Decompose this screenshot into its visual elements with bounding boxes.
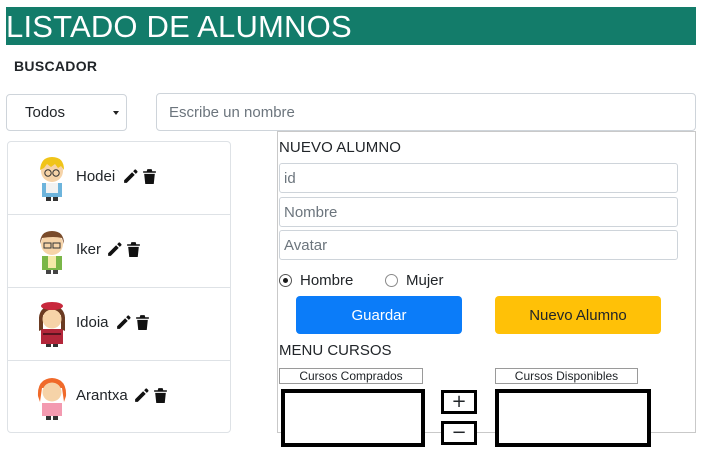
new-student-title: NUEVO ALUMNO [279, 139, 402, 156]
filter-selected-value: Todos [25, 104, 66, 121]
radio-selected-icon[interactable] [279, 274, 292, 287]
list-item: Hodei [8, 142, 230, 215]
trash-icon[interactable] [142, 168, 157, 185]
avatar-field[interactable] [279, 230, 678, 260]
radio-empty-icon[interactable] [385, 274, 398, 287]
avatar [37, 378, 67, 420]
remove-course-button[interactable]: − [441, 421, 477, 445]
bought-courses-label: Cursos Comprados [279, 368, 423, 384]
student-name: Idoia [76, 314, 109, 331]
add-course-button[interactable]: + [441, 390, 477, 414]
save-button[interactable]: Guardar [296, 296, 462, 334]
bought-courses-list[interactable] [281, 389, 425, 447]
student-name: Hodei [76, 168, 116, 185]
list-item: Arantxa [8, 361, 230, 434]
search-title: BUSCADOR [14, 58, 98, 74]
pencil-icon[interactable] [122, 168, 139, 185]
gender-male-label: Hombre [300, 272, 354, 289]
trash-icon[interactable] [126, 241, 141, 258]
id-field[interactable] [279, 163, 678, 193]
available-courses-list[interactable] [495, 389, 651, 447]
available-courses-label: Cursos Disponibles [495, 368, 638, 384]
gender-female-label: Mujer [406, 272, 444, 289]
gender-radio-male[interactable]: Hombre [279, 272, 353, 289]
name-field[interactable] [279, 197, 678, 227]
page-title: LISTADO DE ALUMNOS [6, 9, 352, 44]
courses-menu-title: MENU CURSOS [279, 342, 392, 359]
trash-icon[interactable] [135, 314, 150, 331]
pencil-icon[interactable] [115, 314, 132, 331]
pencil-icon[interactable] [106, 241, 123, 258]
chevron-down-icon [113, 111, 119, 115]
student-actions [115, 314, 150, 331]
avatar [40, 231, 64, 274]
student-name: Arantxa [76, 387, 128, 404]
student-actions [133, 387, 168, 404]
avatar [38, 302, 66, 347]
pencil-icon[interactable] [133, 387, 150, 404]
new-student-button[interactable]: Nuevo Alumno [495, 296, 661, 334]
trash-icon[interactable] [153, 387, 168, 404]
page-header: LISTADO DE ALUMNOS [6, 7, 696, 45]
student-actions [106, 241, 141, 258]
student-list: Hodei Iker Idoia Arantxa [7, 141, 231, 433]
list-item: Idoia [8, 288, 230, 361]
student-actions [122, 168, 157, 185]
list-item: Iker [8, 215, 230, 288]
gender-radio-female[interactable]: Mujer [385, 272, 444, 289]
search-input[interactable] [156, 93, 696, 131]
avatar [40, 157, 64, 201]
student-name: Iker [76, 241, 102, 258]
filter-select[interactable]: Todos [6, 94, 127, 131]
